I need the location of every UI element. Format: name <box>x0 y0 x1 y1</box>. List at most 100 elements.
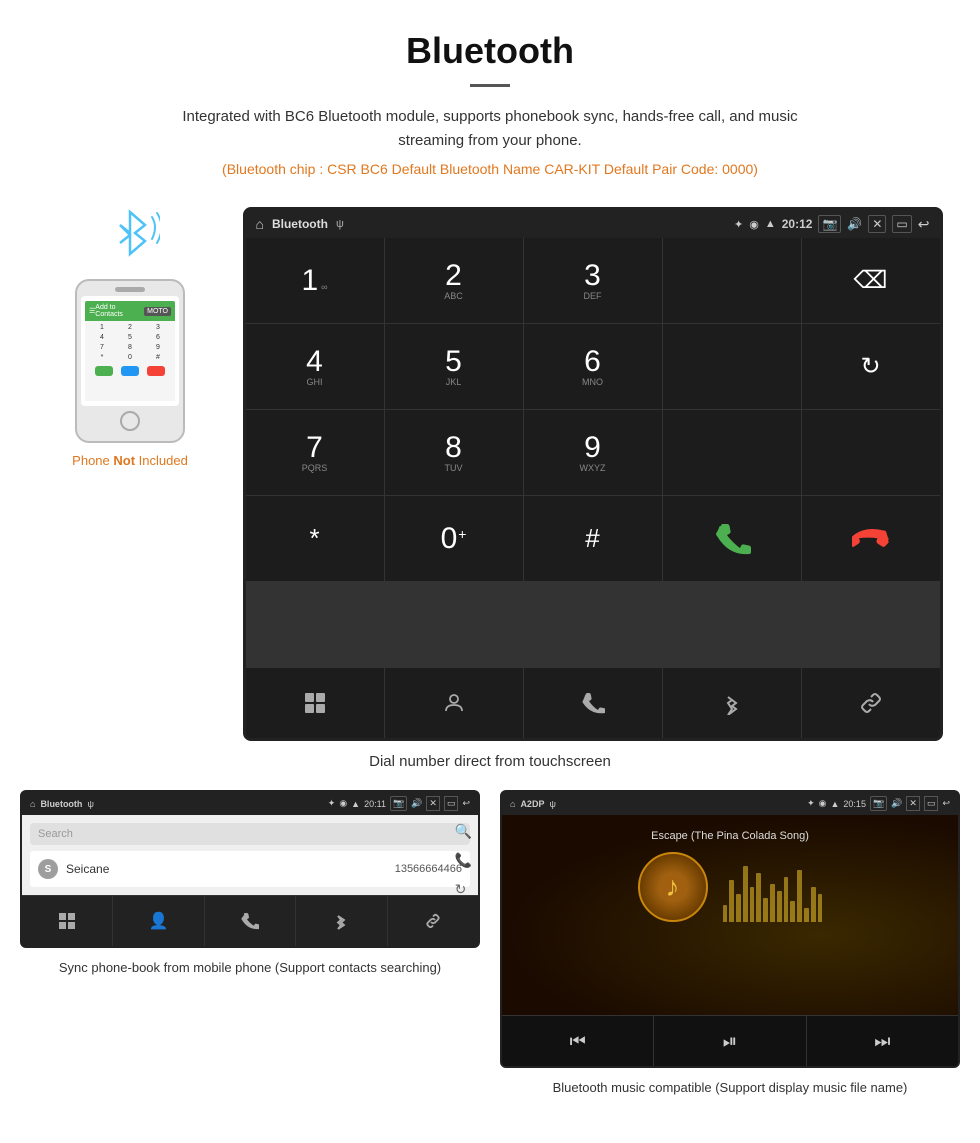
pb-usb: ψ <box>87 799 93 809</box>
equalizer <box>723 852 823 922</box>
car-status-bar: ⌂ Bluetooth ψ ✦ ◉ ▲ 20:12 📷 🔊 ✕ ▭ ↩ <box>246 210 940 238</box>
pb-back: ↩ <box>462 798 470 809</box>
dialpad-empty-1 <box>663 238 801 323</box>
dialpad-call-green[interactable] <box>663 496 801 581</box>
dialpad-key-star[interactable]: * <box>246 496 384 581</box>
eq-bar-9 <box>777 891 782 923</box>
pb-gps: ◉ <box>339 798 347 809</box>
music-caption: Bluetooth music compatible (Support disp… <box>553 1078 908 1098</box>
music-bt: ✦ <box>807 798 815 809</box>
dialpad-key-9[interactable]: 9 WXYZ <box>524 410 662 495</box>
pb-title: Bluetooth <box>40 799 82 809</box>
header-divider <box>470 84 510 87</box>
music-next[interactable]: ⏭ <box>807 1016 958 1066</box>
album-art: ♪ <box>638 852 708 922</box>
car-home-icon[interactable]: ⌂ <box>256 216 264 232</box>
car-volume-icon[interactable]: 🔊 <box>847 217 862 231</box>
pb-home-icon[interactable]: ⌂ <box>30 799 35 809</box>
music-usb: ψ <box>549 799 555 809</box>
phone-home-button <box>120 411 140 431</box>
song-title: Escape (The Pina Colada Song) <box>651 830 809 842</box>
phone-not-included-label: Phone Not Included <box>72 453 188 468</box>
pb-tb-person[interactable]: 👤 <box>113 896 204 946</box>
pb-tb-phone[interactable] <box>205 896 296 946</box>
phone-speaker <box>115 287 145 292</box>
dialpad-empty-4 <box>802 410 940 495</box>
car-screen: ⌂ Bluetooth ψ ✦ ◉ ▲ 20:12 📷 🔊 ✕ ▭ ↩ <box>243 207 943 741</box>
phonebook-search-bar[interactable]: Search <box>30 823 470 845</box>
phonebook-contact[interactable]: S Seicane 13566664466 <box>30 851 470 887</box>
dialpad-empty-2 <box>663 324 801 409</box>
eq-bar-5 <box>750 887 755 922</box>
phonebook-status-bar: ⌂ Bluetooth ψ ✦ ◉ ▲ 20:11 📷 🔊 ✕ ▭ ↩ <box>22 792 478 815</box>
dialpad-key-hash[interactable]: # <box>524 496 662 581</box>
music-content: ♪ <box>638 852 823 922</box>
bottom-section: ⌂ Bluetooth ψ ✦ ◉ ▲ 20:11 📷 🔊 ✕ ▭ ↩ <box>20 790 960 1098</box>
eq-bar-7 <box>763 898 768 923</box>
toolbar-contacts[interactable] <box>385 668 524 738</box>
dialpad-backspace[interactable]: ⌫ <box>802 238 940 323</box>
toolbar-bluetooth[interactable] <box>663 668 802 738</box>
music-note-icon: ♪ <box>666 871 680 903</box>
dialpad-key-2[interactable]: 2 ABC <box>385 238 523 323</box>
music-vol: 🔊 <box>891 798 902 809</box>
phonebook-body: Search S Seicane 13566664466 🔍 📞 ↻ <box>22 815 478 895</box>
dialpad-key-7[interactable]: 7 PQRS <box>246 410 384 495</box>
pb-signal: ▲ <box>351 799 360 809</box>
music-signal: ▲ <box>831 799 840 809</box>
car-camera-icon[interactable]: 📷 <box>818 215 841 233</box>
eq-bar-6 <box>756 873 761 922</box>
music-screen: ⌂ A2DP ψ ✦ ◉ ▲ 20:15 📷 🔊 ✕ ▭ ↩ <box>500 790 960 1068</box>
car-back-icon[interactable]: ↩ <box>918 216 930 233</box>
eq-bar-3 <box>736 894 741 922</box>
eq-bar-2 <box>729 880 734 922</box>
page-header: Bluetooth Integrated with BC6 Bluetooth … <box>0 0 980 187</box>
contact-avatar: S <box>38 859 58 879</box>
pb-right-icons: 🔍 📞 ↻ <box>455 823 472 898</box>
car-close-icon[interactable]: ✕ <box>868 215 886 233</box>
dialpad-key-3[interactable]: 3 DEF <box>524 238 662 323</box>
music-back: ↩ <box>942 798 950 809</box>
car-time: 20:12 <box>782 217 813 231</box>
header-description: Integrated with BC6 Bluetooth module, su… <box>150 105 830 153</box>
dialpad: 1 ∞ 2 ABC 3 DEF <box>246 238 940 667</box>
dialpad-key-0[interactable]: 0 + <box>385 496 523 581</box>
middle-section: ☰ Add to Contacts MOTO 1 2 3 4 5 6 <box>20 207 960 741</box>
pb-refresh-icon[interactable]: ↻ <box>455 881 472 898</box>
dialpad-refresh[interactable]: ↻ <box>802 324 940 409</box>
toolbar-link[interactable] <box>802 668 940 738</box>
phone-illustration: ☰ Add to Contacts MOTO 1 2 3 4 5 6 <box>38 207 223 468</box>
pb-cam: 📷 <box>390 796 407 811</box>
music-close: ✕ <box>906 796 920 811</box>
toolbar-phone[interactable] <box>524 668 663 738</box>
eq-bar-13 <box>804 908 809 922</box>
pb-tb-grid[interactable] <box>22 896 113 946</box>
dialpad-key-5[interactable]: 5 JKL <box>385 324 523 409</box>
contact-name: Seicane <box>66 862 387 876</box>
phonebook-item: ⌂ Bluetooth ψ ✦ ◉ ▲ 20:11 📷 🔊 ✕ ▭ ↩ <box>20 790 480 1098</box>
eq-bar-10 <box>784 877 789 923</box>
dialpad-key-4[interactable]: 4 GHI <box>246 324 384 409</box>
music-gps: ◉ <box>819 798 827 809</box>
dialpad-key-8[interactable]: 8 TUV <box>385 410 523 495</box>
eq-bar-11 <box>790 901 795 922</box>
music-playpause[interactable]: ⏯ <box>654 1016 806 1066</box>
dialpad-call-red[interactable] <box>802 496 940 581</box>
car-toolbar <box>246 667 940 738</box>
car-gps-icon: ◉ <box>749 218 759 231</box>
pb-search-placeholder: Search <box>38 828 73 840</box>
car-usb-icon: ψ <box>336 218 344 230</box>
dialpad-key-6[interactable]: 6 MNO <box>524 324 662 409</box>
pb-tb-bluetooth[interactable] <box>296 896 387 946</box>
phone-screen: ☰ Add to Contacts MOTO 1 2 3 4 5 6 <box>81 296 179 406</box>
pb-tb-link[interactable] <box>388 896 478 946</box>
toolbar-grid[interactable] <box>246 668 385 738</box>
music-prev[interactable]: ⏮ <box>502 1016 654 1066</box>
car-window-icon[interactable]: ▭ <box>892 215 911 233</box>
music-title: A2DP <box>520 799 544 809</box>
pb-phone-icon[interactable]: 📞 <box>455 852 472 869</box>
music-home-icon[interactable]: ⌂ <box>510 799 515 809</box>
phone-screen-header: ☰ Add to Contacts MOTO <box>85 301 175 321</box>
dialpad-key-1[interactable]: 1 ∞ <box>246 238 384 323</box>
pb-search-icon[interactable]: 🔍 <box>455 823 472 840</box>
